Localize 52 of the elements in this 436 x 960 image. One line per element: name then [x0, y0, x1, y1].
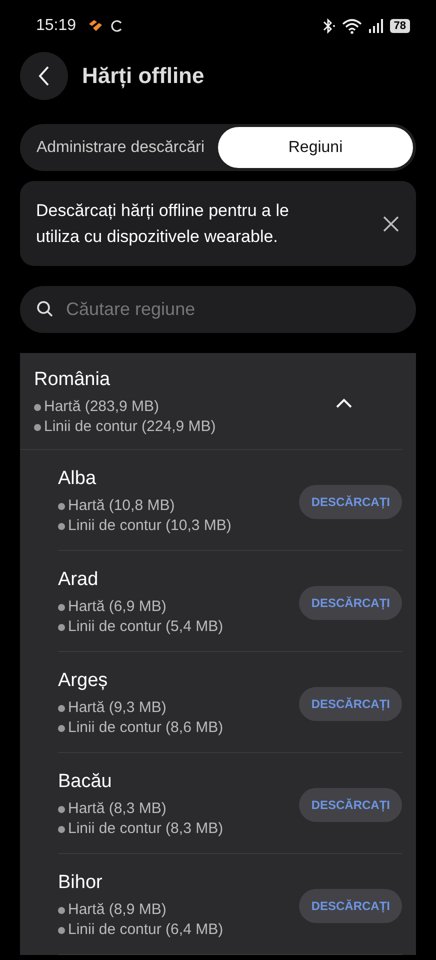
back-button[interactable] — [20, 52, 68, 100]
size-detail: Linii de contur (5,4 MB) — [68, 617, 224, 637]
search-field[interactable]: Căutare regiune — [20, 286, 416, 333]
sync-icon — [110, 18, 124, 33]
search-input[interactable]: Căutare regiune — [64, 298, 400, 321]
size-detail: Hartă (283,9 MB) — [44, 397, 160, 417]
size-detail: Linii de contur (6,4 MB) — [68, 920, 224, 940]
bullet-icon — [58, 704, 65, 712]
bullet-icon — [58, 926, 65, 934]
bullet-icon — [58, 624, 65, 630]
bullet-icon — [34, 424, 41, 430]
size-detail: Hartă (6,9 MB) — [68, 597, 166, 617]
country-name: România — [34, 369, 112, 391]
bullet-icon — [58, 522, 65, 530]
size-detail: Linii de contur (8,3 MB) — [68, 819, 224, 839]
signal-icon — [368, 18, 384, 33]
region-name: Bacău — [58, 771, 113, 793]
page-title: Hărți offline — [82, 62, 204, 89]
download-button[interactable]: DESCĂRCAȚI — [299, 889, 402, 923]
region-name: Alba — [58, 468, 98, 490]
region-name: Bihor — [58, 872, 104, 894]
download-button[interactable]: DESCĂRCAȚI — [299, 788, 402, 822]
tab[interactable]: Regiuni — [218, 127, 413, 168]
size-detail: Linii de contur (224,9 MB) — [44, 417, 216, 437]
collapse-chevron-icon[interactable] — [334, 397, 354, 409]
bullet-icon — [58, 502, 65, 510]
tab[interactable]: Administrare descărcări — [23, 127, 218, 168]
region-name: Argeș — [58, 670, 109, 692]
back-icon — [37, 64, 51, 87]
battery-icon: 78 — [390, 18, 410, 33]
size-detail: Hartă (8,3 MB) — [68, 799, 166, 819]
wifi-icon — [342, 18, 362, 34]
download-button[interactable]: DESCĂRCAȚI — [299, 687, 402, 721]
size-detail: Linii de contur (10,3 MB) — [68, 516, 232, 536]
size-detail: Hartă (10,8 MB) — [68, 496, 175, 516]
download-button[interactable]: DESCĂRCAȚI — [299, 586, 402, 620]
search-icon — [36, 300, 54, 318]
bullet-icon — [58, 724, 65, 732]
size-detail: Linii de contur (8,6 MB) — [68, 718, 224, 738]
bullet-icon — [34, 404, 41, 410]
download-button[interactable]: DESCĂRCAȚI — [299, 485, 402, 519]
status-time: 15:19 — [36, 16, 76, 35]
region-name: Arad — [58, 569, 100, 591]
bullet-icon — [58, 604, 65, 610]
bluetooth-icon — [322, 18, 336, 34]
banner-text: Descărcați hărți offline pentru a le utiliza cu dispozitivele wearable. — [36, 200, 290, 248]
bullet-icon — [58, 906, 65, 914]
size-detail: Hartă (9,3 MB) — [68, 698, 166, 718]
bullet-icon — [58, 826, 65, 832]
size-detail: Hartă (8,9 MB) — [68, 900, 166, 920]
bullet-icon — [58, 806, 65, 812]
close-icon[interactable] — [382, 214, 400, 233]
